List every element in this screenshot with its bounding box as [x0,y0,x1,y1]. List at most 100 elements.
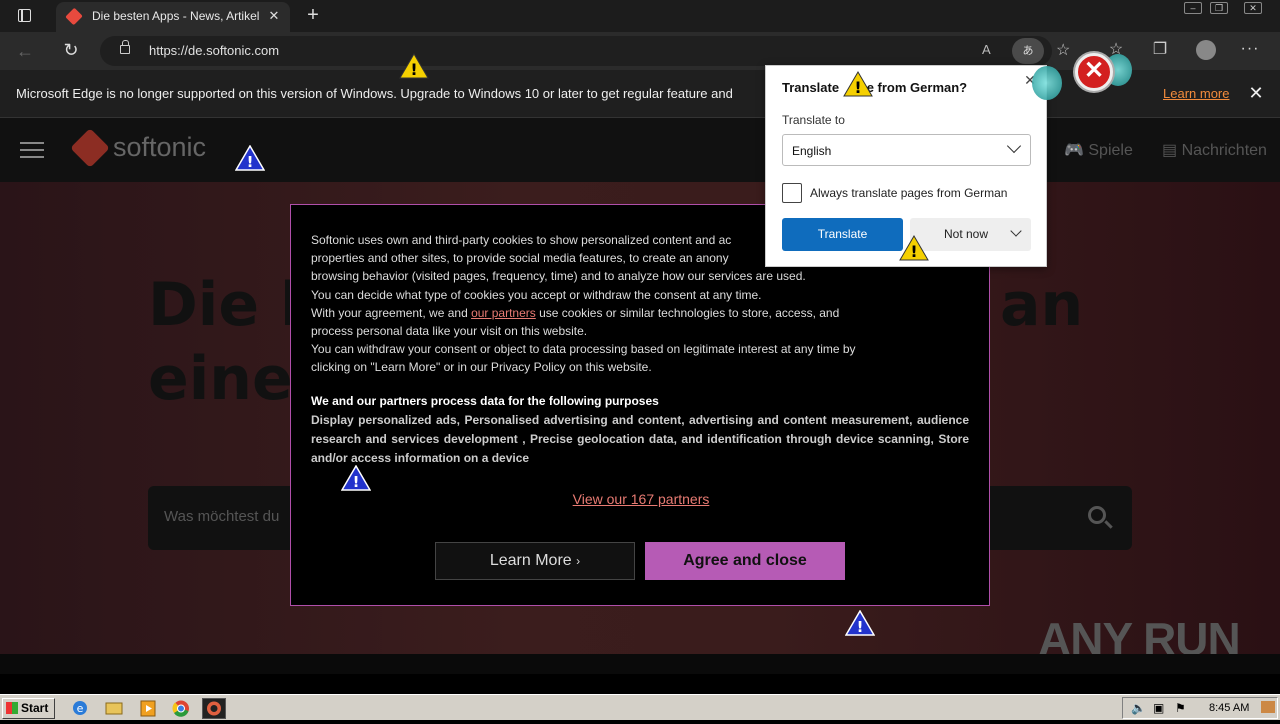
svg-text:!: ! [247,153,254,171]
tab-actions-icon [18,9,31,22]
address-bar[interactable]: https://de.softonic.com A あ ☆ [100,36,1070,66]
minimize-button[interactable]: – [1184,2,1202,14]
system-tray: 🔈 ▣ ⚑ 8:45 AM [1122,697,1278,719]
svg-text:e: e [77,702,84,715]
start-button[interactable]: Start [2,698,55,719]
chevron-right-icon: › [576,554,581,568]
flag-icon[interactable]: ⚑ [1175,701,1186,715]
nav-news-link[interactable]: ▤ Nachrichten [1162,140,1267,160]
svg-text:!: ! [410,60,417,79]
translate-icon[interactable]: あ [1012,38,1044,64]
hero-title-line2: eine [148,344,293,414]
windows-taskbar: Start e 🔈 ▣ ⚑ 8:45 AM [0,694,1280,720]
profile-avatar-icon[interactable] [1196,40,1216,60]
softonic-logo-icon[interactable] [70,128,110,168]
cookie-text-line: You can withdraw your consent or object … [311,342,856,357]
newspaper-icon: ▤ [1162,142,1182,159]
hero-title-line1: Die l [148,270,301,340]
cookie-text-line: browsing behavior (visited pages, freque… [311,269,806,284]
nav-games-link[interactable]: 🎮 Spiele [1064,140,1133,160]
media-player-icon[interactable] [136,698,160,719]
teal-orb-icon [1032,66,1062,100]
hero-title-line1-end: an [1000,270,1084,340]
warning-yellow-icon: ! [899,235,929,261]
site-logo[interactable]: softonic [113,132,206,163]
volume-icon[interactable]: 🔈 [1131,701,1146,715]
always-translate-label[interactable]: Always translate pages from German [810,186,1007,200]
translate-button[interactable]: Translate [782,218,903,251]
infobar-close-icon[interactable]: ✕ [1246,83,1266,103]
not-now-label: Not now [944,227,989,241]
chrome-icon[interactable] [169,698,193,719]
active-tab[interactable]: Die besten Apps - News, Artikel ✕ [56,2,290,32]
warning-blue-icon: ! [844,609,876,636]
purposes-text: Display personalized ads, Personalised a… [311,413,969,465]
error-x-icon: ✕ [1075,53,1113,91]
edge-taskbar-icon[interactable] [202,698,226,719]
add-favorite-icon[interactable]: ☆ [1056,40,1070,60]
nav-games-label: Spiele [1088,142,1133,159]
cookie-text-line: clicking on "Learn More" or in our Priva… [311,360,652,375]
tab-strip: Die besten Apps - News, Artikel ✕ + – ❐ … [0,0,1280,32]
tray-notification-icon[interactable] [1261,701,1275,713]
chevron-down-icon [1006,138,1022,154]
tab-title: Die besten Apps - News, Artikel [92,9,260,23]
settings-menu-icon[interactable]: ··· [1240,40,1260,60]
chevron-down-icon[interactable] [1010,225,1022,237]
start-label: Start [21,701,49,715]
hamburger-menu-icon[interactable] [20,142,44,158]
selected-language: English [792,144,832,158]
warning-yellow-icon: ! [399,53,429,79]
folder-icon[interactable] [102,698,126,719]
warning-blue-icon: ! [234,144,266,171]
network-icon[interactable]: ▣ [1153,701,1164,715]
close-window-button[interactable]: ✕ [1244,2,1262,14]
view-partners-link[interactable]: View our 167 partners [291,491,991,507]
cookie-text-line: You can decide what type of cookies you … [311,287,762,302]
warning-blue-icon: ! [340,464,372,491]
translate-popup-title: Translate e from German? [782,80,967,95]
page-footer-strip [0,654,1280,674]
our-partners-link[interactable]: our partners [471,306,536,320]
softonic-favicon-icon [65,7,83,26]
learn-more-label: Learn More [489,552,572,569]
tab-actions-button[interactable] [10,6,38,26]
cookie-text-line: With your agreement, we and our partners… [311,304,971,322]
tab-close-icon[interactable]: ✕ [264,6,284,26]
window-controls: – ❐ ✕ [1184,2,1274,16]
reload-icon[interactable]: ↻ [60,39,82,61]
site-header: softonic 🎮 Spiele ▤ Nachrichten [0,118,1280,182]
search-placeholder: Was möchtest du [164,508,280,525]
svg-text:!: ! [353,473,360,491]
infobar-message: Microsoft Edge is no longer supported on… [16,86,733,101]
translate-title-start: Translate [782,80,843,95]
read-aloud-icon[interactable]: A [982,42,991,57]
windows-flag-icon [6,702,18,714]
warning-yellow-icon: ! [843,71,873,97]
svg-text:!: ! [854,78,861,97]
translate-to-label: Translate to [782,113,845,127]
gamepad-icon: 🎮 [1064,142,1089,159]
cookie-text-line: process personal data like your visit on… [311,324,588,339]
search-icon[interactable] [1088,506,1106,524]
purposes-title: We and our partners process data for the… [311,394,659,408]
collections-icon[interactable]: ❐ [1150,40,1170,60]
infobar-learn-more-link[interactable]: Learn more [1163,86,1229,101]
lock-icon[interactable] [120,40,130,54]
always-translate-checkbox[interactable] [782,183,802,203]
new-tab-button[interactable]: + [302,4,324,26]
language-select[interactable]: English [782,134,1031,166]
back-arrow-icon[interactable]: ← [16,40,38,62]
maximize-button[interactable]: ❐ [1210,2,1228,14]
system-clock[interactable]: 8:45 AM [1209,702,1249,714]
ie-icon[interactable]: e [68,698,92,719]
cookie-text-span: use cookies or similar technologies to s… [535,305,840,320]
translate-title-end: e from German? [866,80,968,95]
cookie-text-span: With your agreement, we and [311,305,472,320]
svg-text:!: ! [857,618,864,636]
svg-text:!: ! [910,242,917,261]
url-text[interactable]: https://de.softonic.com [149,43,279,58]
learn-more-button[interactable]: Learn More › [435,542,635,580]
nav-news-label: Nachrichten [1181,142,1267,159]
agree-and-close-button[interactable]: Agree and close [645,542,845,580]
